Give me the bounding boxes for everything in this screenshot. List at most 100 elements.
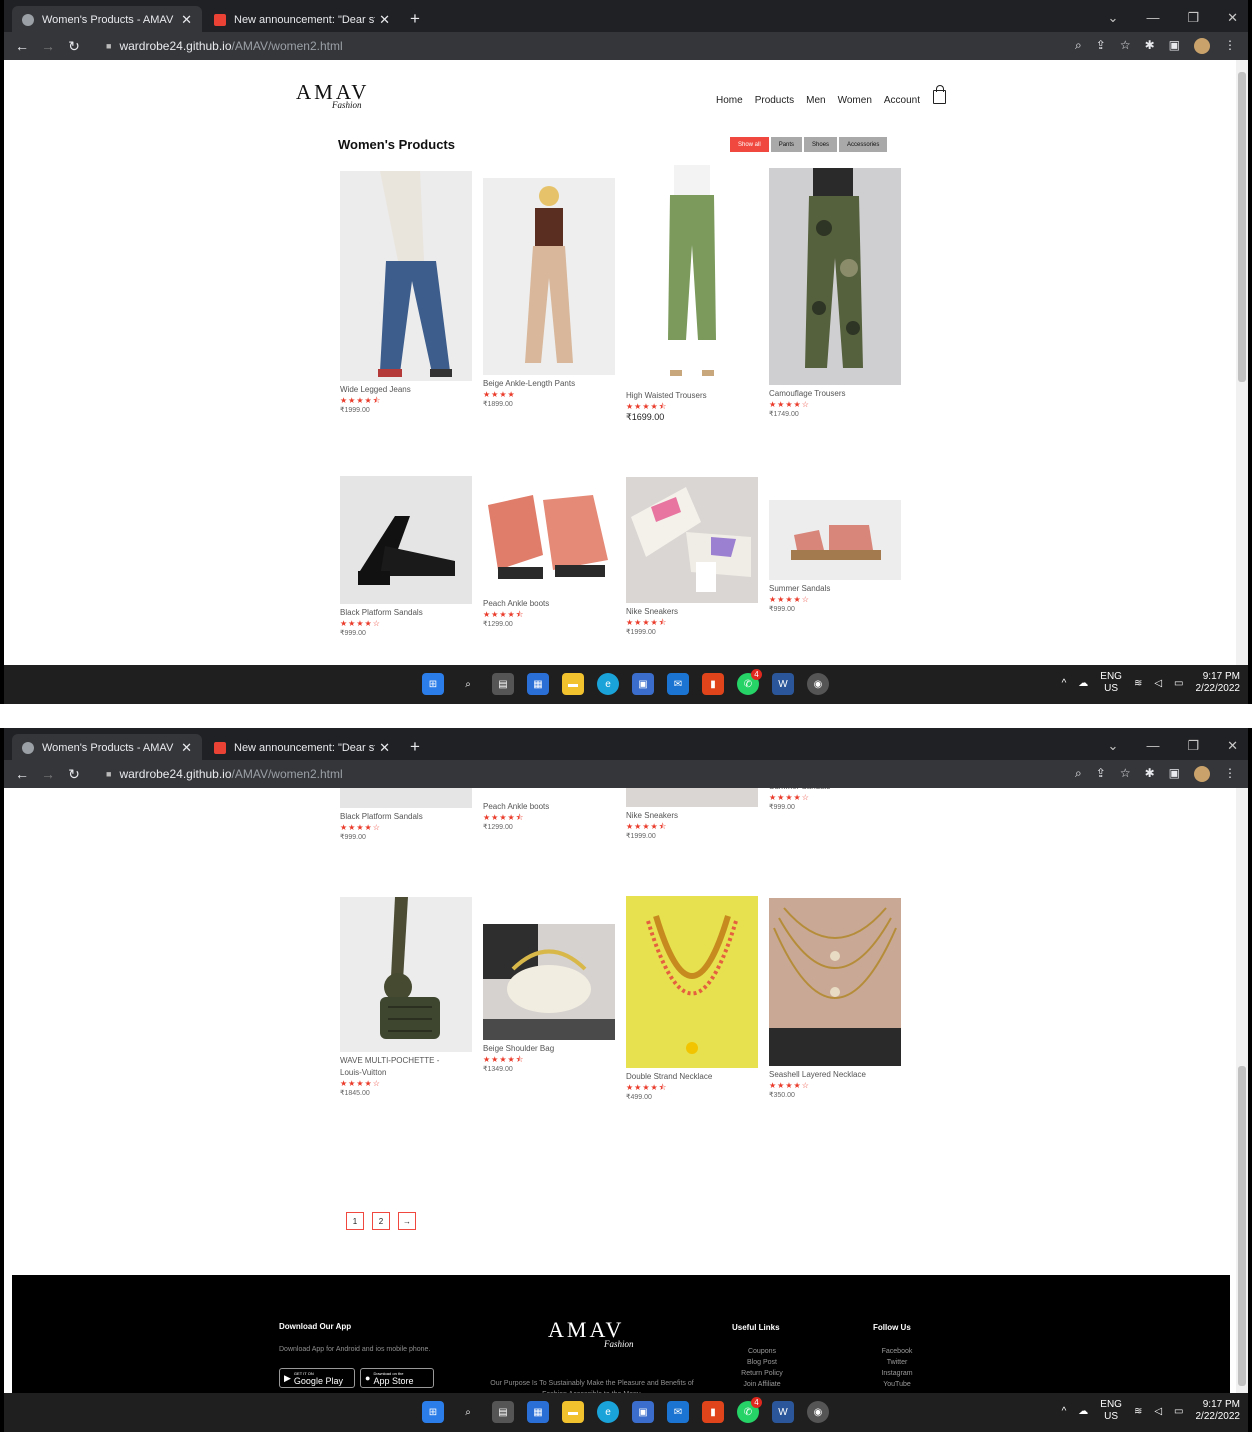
share-icon[interactable]: ⇪	[1096, 766, 1106, 782]
close-window-icon[interactable]: ✕	[1227, 738, 1238, 754]
new-tab-icon[interactable]: +	[410, 9, 420, 29]
product-image[interactable]	[626, 896, 758, 1068]
product-name[interactable]: Summer Sandals	[769, 583, 901, 595]
mail-icon[interactable]: ✉	[667, 1401, 689, 1423]
onedrive-icon[interactable]: ☁	[1078, 1406, 1088, 1417]
scrollbar-thumb[interactable]	[1238, 1066, 1246, 1386]
product-card[interactable]: Black Platform Sandals ★★★★☆ ₹999.00	[340, 476, 472, 639]
product-name[interactable]: Beige Shoulder Bag	[483, 1043, 615, 1055]
product-image[interactable]	[769, 500, 901, 580]
tab-gmail[interactable]: New announcement: "Dear stud ✕	[204, 734, 400, 761]
menu-dots-icon[interactable]: ⋮	[1224, 38, 1236, 54]
product-name[interactable]: Camouflage Trousers	[769, 388, 901, 400]
minimize-icon[interactable]: —	[1146, 738, 1159, 754]
filter-shoes[interactable]: Shoes	[804, 137, 838, 152]
store-icon[interactable]: ▣	[632, 1401, 654, 1423]
page-2-button[interactable]: 2	[372, 1212, 390, 1230]
scrollbar-thumb[interactable]	[1238, 72, 1246, 382]
bookmark-star-icon[interactable]: ☆	[1120, 766, 1131, 782]
link-coupons[interactable]: Coupons	[732, 1346, 792, 1357]
product-image[interactable]	[483, 788, 615, 798]
windows-start-icon[interactable]: ⊞	[422, 673, 444, 695]
reload-icon[interactable]: ↻	[66, 38, 82, 55]
office-icon[interactable]: ▮	[702, 1401, 724, 1423]
footer-logo[interactable]: AMAV Fashion	[548, 1317, 634, 1349]
product-card[interactable]: Black Platform Sandals ★★★★☆ ₹999.00	[340, 788, 472, 843]
whatsapp-icon[interactable]: ✆ 4	[737, 1397, 762, 1423]
extensions-icon[interactable]: ✱	[1145, 38, 1155, 54]
page-1-button[interactable]: 1	[346, 1212, 364, 1230]
shopping-bag-icon[interactable]	[933, 85, 946, 104]
product-name[interactable]: Wide Legged Jeans	[340, 384, 472, 396]
link-twitter[interactable]: Twitter	[869, 1357, 925, 1368]
wifi-icon[interactable]: ≋	[1134, 1406, 1142, 1417]
product-image[interactable]	[769, 898, 901, 1066]
reload-icon[interactable]: ↻	[66, 766, 82, 783]
new-tab-icon[interactable]: +	[410, 737, 420, 757]
forward-icon[interactable]: →	[40, 766, 56, 782]
minimize-icon[interactable]: —	[1146, 10, 1159, 26]
maximize-icon[interactable]: ❐	[1187, 10, 1199, 26]
store-icon[interactable]: ▣	[632, 673, 654, 695]
product-card[interactable]: Peach Ankle boots ★★★★⯪ ₹1299.00	[483, 788, 615, 833]
next-page-button[interactable]: →	[398, 1212, 416, 1230]
search-icon[interactable]: ⌕	[457, 673, 479, 695]
product-name[interactable]: Peach Ankle boots	[483, 801, 615, 813]
site-logo[interactable]: AMAV Fashion	[296, 80, 369, 110]
tab-women-products[interactable]: Women's Products - AMAV ✕	[12, 734, 202, 761]
nav-products[interactable]: Products	[755, 95, 794, 106]
filter-show-all[interactable]: Show all	[730, 137, 769, 152]
product-image[interactable]	[769, 168, 901, 385]
product-card[interactable]: Beige Ankle-Length Pants ★★★★ ₹1899.00	[483, 178, 615, 410]
maximize-icon[interactable]: ❐	[1187, 738, 1199, 754]
whatsapp-icon[interactable]: ✆ 4	[737, 669, 762, 695]
language-indicator[interactable]: ENG US	[1100, 1399, 1122, 1423]
product-card[interactable]: Seashell Layered Necklace ★★★★☆ ₹350.00	[769, 898, 901, 1101]
product-image[interactable]	[626, 165, 758, 387]
task-view-icon[interactable]: ▤	[492, 1401, 514, 1423]
link-youtube[interactable]: YouTube	[869, 1379, 925, 1390]
clock[interactable]: 9:17 PM 2/22/2022	[1196, 671, 1241, 695]
bookmark-star-icon[interactable]: ☆	[1120, 38, 1131, 54]
product-name[interactable]: Double Strand Necklace	[626, 1071, 758, 1083]
battery-icon[interactable]: ▭	[1174, 678, 1183, 689]
link-return-policy[interactable]: Return Policy	[732, 1368, 792, 1379]
back-icon[interactable]: ←	[14, 766, 30, 782]
product-name[interactable]: Beige Ankle-Length Pants	[483, 378, 615, 390]
close-window-icon[interactable]: ✕	[1227, 10, 1238, 26]
forward-icon[interactable]: →	[40, 38, 56, 54]
product-image[interactable]	[626, 477, 758, 603]
product-card[interactable]: Wide Legged Jeans ★★★★⯪ ₹1999.00	[340, 171, 472, 416]
product-image[interactable]	[340, 897, 472, 1052]
product-image[interactable]	[483, 485, 615, 595]
edge-icon[interactable]: e	[597, 1401, 619, 1423]
app-store-button[interactable]: ● Download on the App Store	[360, 1368, 434, 1388]
extensions-icon[interactable]: ✱	[1145, 766, 1155, 782]
product-name[interactable]: Peach Ankle boots	[483, 598, 615, 610]
link-instagram[interactable]: Instagram	[869, 1368, 925, 1379]
task-view-icon[interactable]: ▤	[492, 673, 514, 695]
product-image[interactable]	[483, 924, 615, 1040]
tray-chevron-icon[interactable]: ^	[1062, 1406, 1067, 1417]
product-card[interactable]: Nike Sneakers ★★★★⯪ ₹1999.00	[626, 788, 758, 842]
product-card[interactable]: High Waisted Trousers ★★★★⯪ ₹1699.00	[626, 165, 758, 422]
product-name[interactable]: Seashell Layered Necklace	[769, 1069, 901, 1081]
nav-home[interactable]: Home	[716, 95, 743, 106]
scrollbar[interactable]	[1236, 788, 1248, 1393]
chrome-icon[interactable]: ◉	[807, 1401, 829, 1423]
profile-avatar[interactable]	[1194, 766, 1210, 782]
edge-icon[interactable]: e	[597, 673, 619, 695]
address-bar[interactable]: ■ wardrobe24.github.io/AMAV/women2.html	[94, 762, 1075, 786]
wifi-icon[interactable]: ≋	[1134, 678, 1142, 689]
nav-women[interactable]: Women	[838, 95, 872, 106]
filter-pants[interactable]: Pants	[770, 137, 803, 152]
link-facebook[interactable]: Facebook	[869, 1346, 925, 1357]
file-explorer-icon[interactable]: ▬	[562, 673, 584, 695]
product-card[interactable]: Double Strand Necklace ★★★★⯪ ₹499.00	[626, 896, 758, 1103]
tray-chevron-icon[interactable]: ^	[1062, 678, 1067, 689]
share-icon[interactable]: ⇪	[1096, 38, 1106, 54]
tab-search-icon[interactable]: ⌄	[1108, 738, 1119, 754]
product-name[interactable]: Nike Sneakers	[626, 810, 758, 822]
product-card[interactable]: Camouflage Trousers ★★★★☆ ₹1749.00	[769, 168, 901, 420]
word-icon[interactable]: W	[772, 1401, 794, 1423]
